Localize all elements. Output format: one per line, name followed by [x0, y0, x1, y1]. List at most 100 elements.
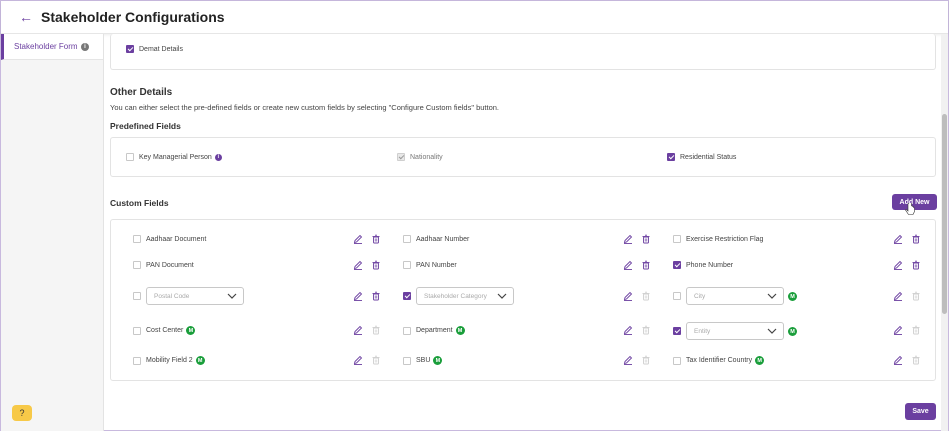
save-button[interactable]: Save: [905, 403, 936, 420]
stakeholder-category-select[interactable]: Stakeholder Category: [416, 287, 514, 305]
delete-icon: [641, 325, 651, 335]
demat-card: Demat Details: [110, 34, 936, 70]
postal-code-checkbox[interactable]: [133, 292, 141, 300]
sidebar-item-stakeholder-form[interactable]: Stakeholder Form i: [1, 34, 103, 60]
stakeholder-category-field[interactable]: [403, 292, 416, 300]
postal-code-select[interactable]: Postal Code: [146, 287, 244, 305]
exercise-restriction-flag-checkbox[interactable]: [673, 235, 681, 243]
department-field[interactable]: Department M: [403, 326, 465, 335]
aadhaar-number-field[interactable]: Aadhaar Number: [403, 235, 469, 243]
hand-cursor-icon: [905, 203, 915, 215]
postal-code-field[interactable]: [133, 292, 146, 300]
city-field[interactable]: [673, 292, 686, 300]
sbu-field[interactable]: SBU M: [403, 356, 443, 365]
cost-center-checkbox[interactable]: [133, 326, 141, 335]
help-icon[interactable]: ?: [12, 405, 32, 421]
info-icon[interactable]: i: [81, 42, 89, 51]
phone-number-checkbox[interactable]: [673, 261, 681, 269]
nationality-checkbox: [397, 153, 405, 161]
aadhaar-number-checkbox[interactable]: [403, 235, 411, 243]
select-placeholder: Entity: [694, 327, 711, 335]
mandatory-badge: M: [455, 326, 465, 335]
mobility-field-2-checkbox[interactable]: [133, 356, 141, 365]
department-checkbox[interactable]: [403, 326, 411, 335]
entity-field[interactable]: [673, 327, 686, 335]
pan-number-checkbox[interactable]: [403, 261, 411, 269]
field-label: Nationality: [410, 153, 443, 161]
field-label: PAN Document: [146, 261, 194, 269]
predefined-fields-card: Key Managerial Person i Nationality Resi…: [110, 137, 936, 177]
edit-icon[interactable]: [893, 325, 903, 335]
key-managerial-person-field[interactable]: Key Managerial Person i: [126, 153, 222, 161]
pan-number-field[interactable]: PAN Number: [403, 261, 457, 269]
other-details-description: You can either select the pre-defined fi…: [110, 103, 500, 112]
edit-icon[interactable]: [893, 260, 903, 270]
pan-document-field[interactable]: PAN Document: [133, 261, 194, 269]
edit-icon[interactable]: [893, 291, 903, 301]
edit-icon[interactable]: [353, 325, 363, 335]
sidebar: Stakeholder Form i: [1, 34, 104, 431]
mobility-field-2-field[interactable]: Mobility Field 2 M: [133, 356, 205, 365]
demat-details-checkbox[interactable]: [126, 45, 134, 53]
edit-icon[interactable]: [623, 260, 633, 270]
delete-icon[interactable]: [371, 291, 381, 301]
exercise-restriction-flag-field[interactable]: Exercise Restriction Flag: [673, 235, 763, 243]
aadhaar-document-checkbox[interactable]: [133, 235, 141, 243]
delete-icon: [371, 355, 381, 365]
chevron-down-icon: [227, 293, 237, 299]
tax-identifier-country-field[interactable]: Tax Identifier Country M: [673, 356, 765, 365]
demat-details-field[interactable]: Demat Details: [126, 45, 183, 53]
edit-icon[interactable]: [893, 355, 903, 365]
field-label: Aadhaar Number: [416, 235, 470, 243]
city-select[interactable]: City: [686, 287, 784, 305]
tax-identifier-country-checkbox[interactable]: [673, 356, 681, 365]
field-label: Key Managerial Person: [139, 153, 212, 161]
delete-icon[interactable]: [641, 234, 651, 244]
edit-icon[interactable]: [353, 291, 363, 301]
back-arrow-icon[interactable]: ←: [19, 9, 33, 25]
aadhaar-document-field[interactable]: Aadhaar Document: [133, 235, 206, 243]
chevron-down-icon: [767, 328, 777, 334]
field-label: Mobility Field 2: [146, 357, 193, 364]
edit-icon[interactable]: [893, 234, 903, 244]
city-checkbox[interactable]: [673, 292, 681, 300]
entity-select[interactable]: Entity: [686, 322, 784, 340]
phone-number-field[interactable]: Phone Number: [673, 261, 733, 269]
sbu-checkbox[interactable]: [403, 356, 411, 365]
select-placeholder: City: [694, 292, 706, 300]
edit-icon[interactable]: [353, 234, 363, 244]
edit-icon[interactable]: [623, 325, 633, 335]
residential-status-checkbox[interactable]: [667, 153, 675, 161]
delete-icon[interactable]: [911, 260, 921, 270]
field-label: Exercise Restriction Flag: [686, 235, 764, 243]
page-header: ← Stakeholder Configurations: [1, 1, 948, 34]
mandatory-badge: M: [788, 327, 797, 336]
custom-fields-card: Aadhaar Document Aadhaar Number Exercise…: [110, 219, 936, 381]
edit-icon[interactable]: [353, 355, 363, 365]
delete-icon[interactable]: [371, 234, 381, 244]
page-title: Stakeholder Configurations: [41, 9, 225, 25]
key-managerial-person-checkbox[interactable]: [126, 153, 134, 161]
edit-icon[interactable]: [623, 234, 633, 244]
edit-icon[interactable]: [623, 355, 633, 365]
residential-status-field[interactable]: Residential Status: [667, 153, 736, 161]
pan-document-checkbox[interactable]: [133, 261, 141, 269]
stakeholder-category-checkbox[interactable]: [403, 292, 411, 300]
edit-icon[interactable]: [623, 291, 633, 301]
edit-icon[interactable]: [353, 260, 363, 270]
field-label: Department: [416, 327, 453, 334]
delete-icon: [911, 325, 921, 335]
delete-icon[interactable]: [371, 260, 381, 270]
delete-icon: [371, 325, 381, 335]
cost-center-field[interactable]: Cost Center M: [133, 326, 196, 335]
mandatory-badge: M: [433, 356, 443, 365]
scrollbar-thumb[interactable]: [942, 114, 947, 314]
info-icon[interactable]: i: [214, 153, 222, 161]
chevron-down-icon: [767, 293, 777, 299]
scrollbar[interactable]: [941, 34, 948, 431]
delete-icon[interactable]: [911, 234, 921, 244]
delete-icon: [911, 355, 921, 365]
entity-checkbox[interactable]: [673, 327, 681, 335]
sidebar-item-label: Stakeholder Form: [14, 42, 78, 51]
delete-icon[interactable]: [641, 260, 651, 270]
